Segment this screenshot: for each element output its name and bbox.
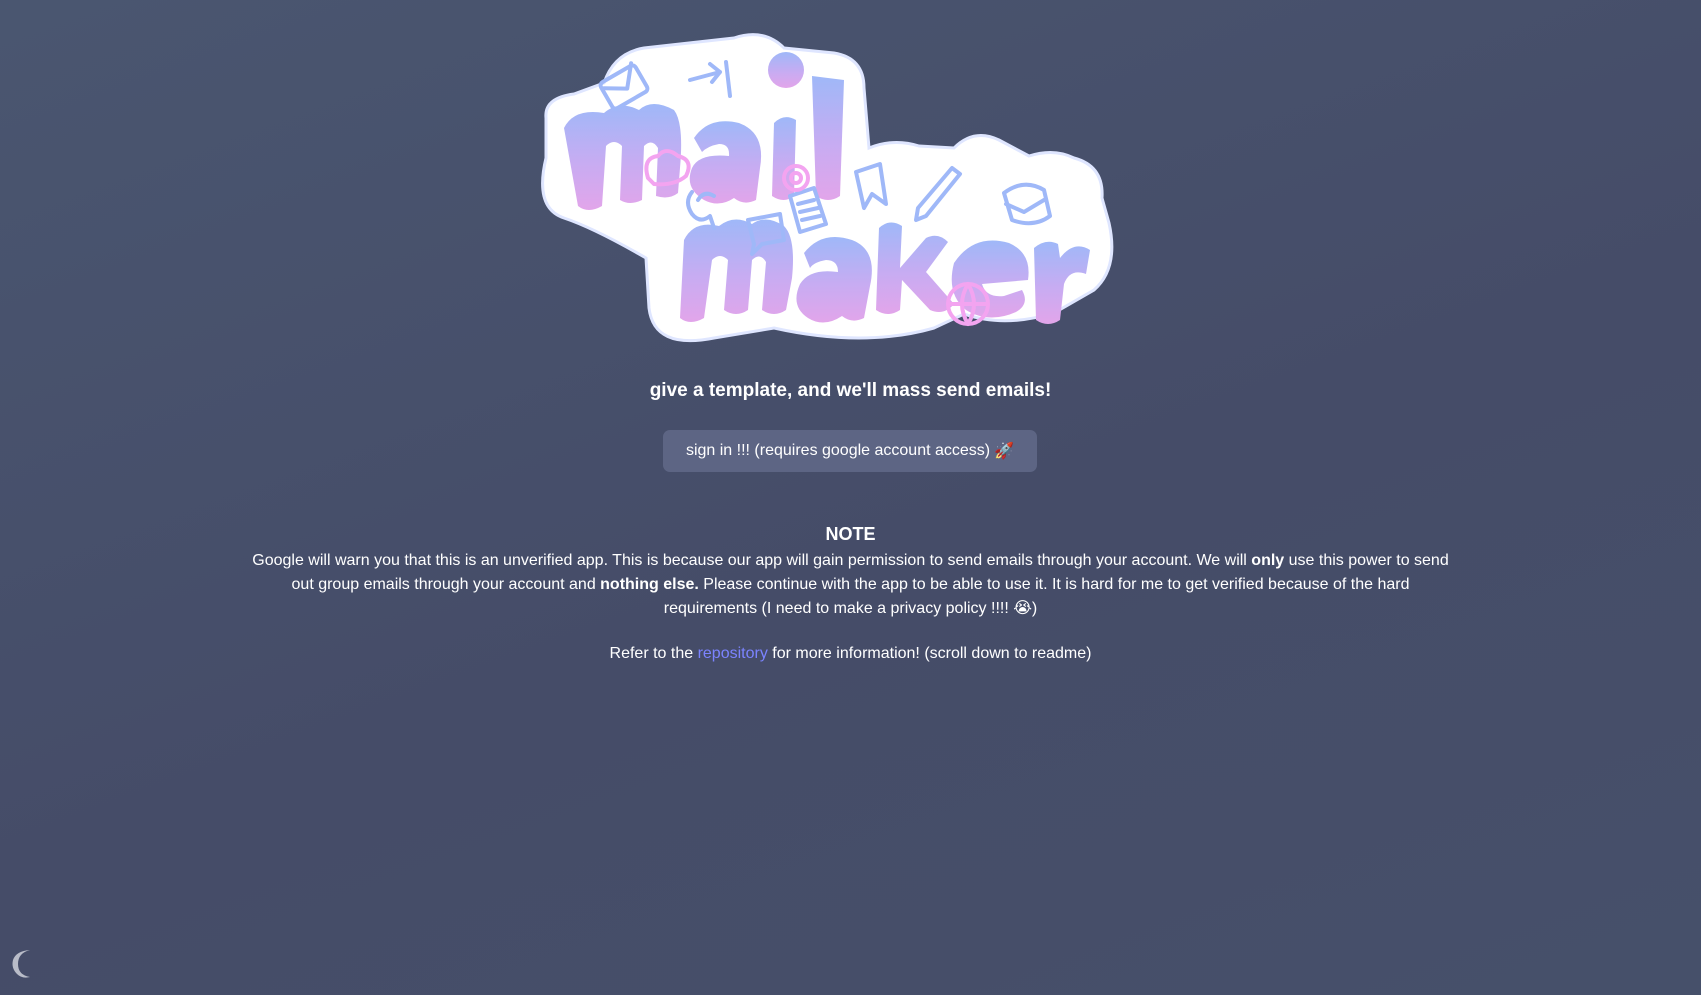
logo-graphic: [541, 33, 1114, 343]
note-text-part4: ): [1031, 600, 1038, 617]
sign-in-button-label: sign in !!! (requires google account acc…: [685, 442, 991, 459]
mail-maker-logo: [534, 28, 1164, 358]
theme-toggle-button[interactable]: [10, 948, 40, 980]
rocket-icon: 🚀: [994, 443, 1015, 460]
repository-link[interactable]: repository: [698, 645, 768, 662]
tagline: give a template, and we'll mass send ema…: [649, 380, 1052, 401]
refer-prefix: Refer to the: [609, 645, 698, 662]
sign-in-button[interactable]: sign in !!! (requires google account acc…: [663, 430, 1037, 472]
note-title: NOTE: [825, 524, 876, 544]
note-bold-only: only: [1251, 552, 1285, 569]
note-text-part1: Google will warn you that this is an unv…: [252, 552, 1252, 569]
note-body: Google will warn you that this is an unv…: [248, 549, 1453, 621]
crying-emoji-icon: 😭: [1013, 600, 1032, 617]
landing-page: give a template, and we'll mass send ema…: [0, 0, 1701, 995]
note-bold-nothing-else: nothing else.: [600, 576, 699, 593]
refer-text: Refer to the repository for more informa…: [0, 645, 1701, 663]
refer-suffix: for more information! (scroll down to re…: [767, 645, 1092, 662]
moon-icon: [12, 950, 30, 978]
